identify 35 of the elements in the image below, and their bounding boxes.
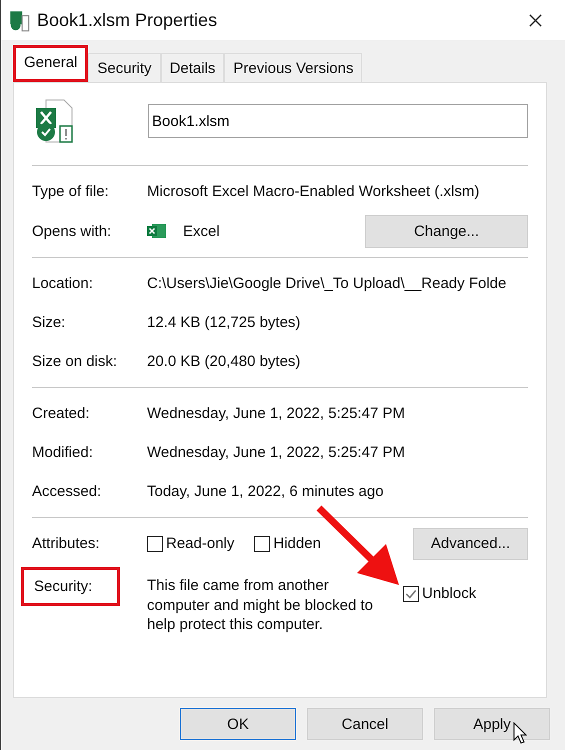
change-button[interactable]: Change... (365, 214, 528, 248)
property-label: Attributes: (32, 535, 101, 552)
property-value: Excel (183, 222, 221, 240)
property-label: Location: (32, 275, 94, 292)
property-value: Today, June 1, 2022, 6 minutes ago (147, 483, 384, 500)
property-label: Size on disk: (32, 353, 118, 370)
property-label: Type of file: (32, 183, 110, 200)
property-value: Wednesday, June 1, 2022, 5:25:47 PM (147, 405, 405, 422)
attribute-checkbox[interactable]: Read-only (147, 535, 234, 552)
property-value: 12.4 KB (12,725 bytes) (147, 314, 300, 331)
property-label: Security: (21, 567, 120, 606)
close-icon[interactable] (528, 12, 543, 28)
property-value: Wednesday, June 1, 2022, 5:25:47 PM (147, 444, 405, 461)
property-label: Size: (32, 314, 66, 331)
dialog-button[interactable]: OK (180, 708, 296, 740)
excel-icon (147, 223, 167, 239)
security-message: This file came from another computer and might be blocked to help protect this computer. (147, 576, 374, 634)
file-name-field[interactable]: Book1.xlsm (148, 104, 528, 138)
property-label: Accessed: (32, 483, 102, 500)
property-value: C:\Users\Jie\Google Drive\_To Upload\__Ready Folde (147, 275, 506, 292)
property-label: Opens with: (32, 222, 112, 240)
unblock-checkbox[interactable]: Unblock (403, 585, 476, 602)
tab[interactable]: Security (88, 53, 161, 82)
dialog-button[interactable]: Cancel (307, 708, 423, 740)
property-label: Created: (32, 405, 91, 422)
tab[interactable]: Previous Versions (224, 53, 362, 82)
tab[interactable]: Details (160, 53, 224, 82)
dialog-button[interactable]: Apply (434, 708, 550, 740)
property-value: Microsoft Excel Macro-Enabled Worksheet (.xlsm) (147, 183, 480, 200)
window-title: Book1.xlsm Properties (37, 10, 218, 30)
attribute-checkbox[interactable]: Hidden (254, 535, 321, 552)
advanced-button[interactable]: Advanced... (413, 528, 528, 560)
property-value: 20.0 KB (20,480 bytes) (147, 353, 300, 370)
property-label: Modified: (32, 444, 94, 461)
tab[interactable]: General (13, 45, 88, 82)
